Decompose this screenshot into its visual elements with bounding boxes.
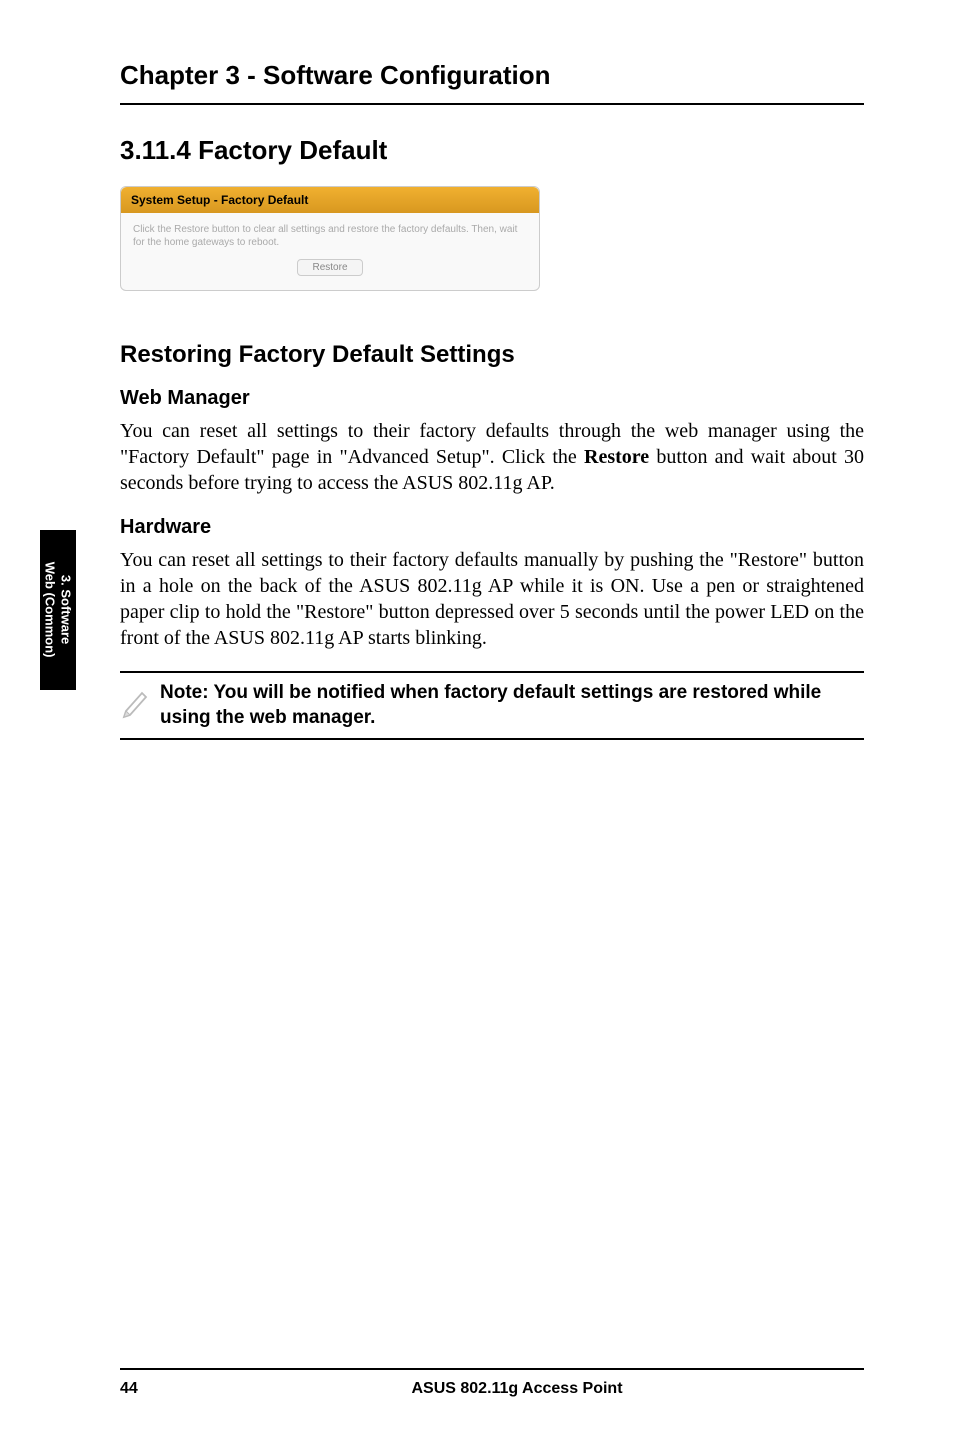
restore-button[interactable]: Restore [297, 259, 362, 276]
page-number: 44 [120, 1380, 170, 1398]
pencil-icon [120, 683, 150, 724]
hardware-text: You can reset all settings to their fact… [120, 547, 864, 651]
footer-rule [120, 1368, 864, 1370]
heading-rule [120, 103, 864, 105]
screenshot-body: Click the Restore button to clear all se… [121, 213, 539, 290]
side-tab-line1: 3. Software [59, 575, 74, 644]
web-manager-bold: Restore [584, 446, 649, 468]
note-text: Note: You will be notified when factory … [160, 681, 864, 730]
subsection-heading: Restoring Factory Default Settings [120, 341, 864, 369]
footer-content: 44 ASUS 802.11g Access Point [120, 1380, 864, 1398]
side-tab-text: 3. Software Web (Common) [42, 562, 73, 658]
footer: 44 ASUS 802.11g Access Point [0, 1368, 954, 1398]
footer-title: ASUS 802.11g Access Point [170, 1380, 864, 1398]
screenshot-header: System Setup - Factory Default [121, 187, 539, 213]
chapter-heading: Chapter 3 - Software Configuration [120, 60, 864, 91]
section-heading: 3.11.4 Factory Default [120, 135, 864, 166]
side-tab-line2: Web (Common) [43, 562, 58, 658]
screenshot-factory-default: System Setup - Factory Default Click the… [120, 186, 540, 291]
hardware-heading: Hardware [120, 516, 864, 539]
screenshot-description: Click the Restore button to clear all se… [133, 223, 527, 249]
side-tab: 3. Software Web (Common) [40, 530, 76, 690]
note-box: Note: You will be notified when factory … [120, 671, 864, 740]
web-manager-text: You can reset all settings to their fact… [120, 418, 864, 496]
web-manager-heading: Web Manager [120, 387, 864, 410]
page-content: Chapter 3 - Software Configuration 3.11.… [0, 0, 954, 780]
